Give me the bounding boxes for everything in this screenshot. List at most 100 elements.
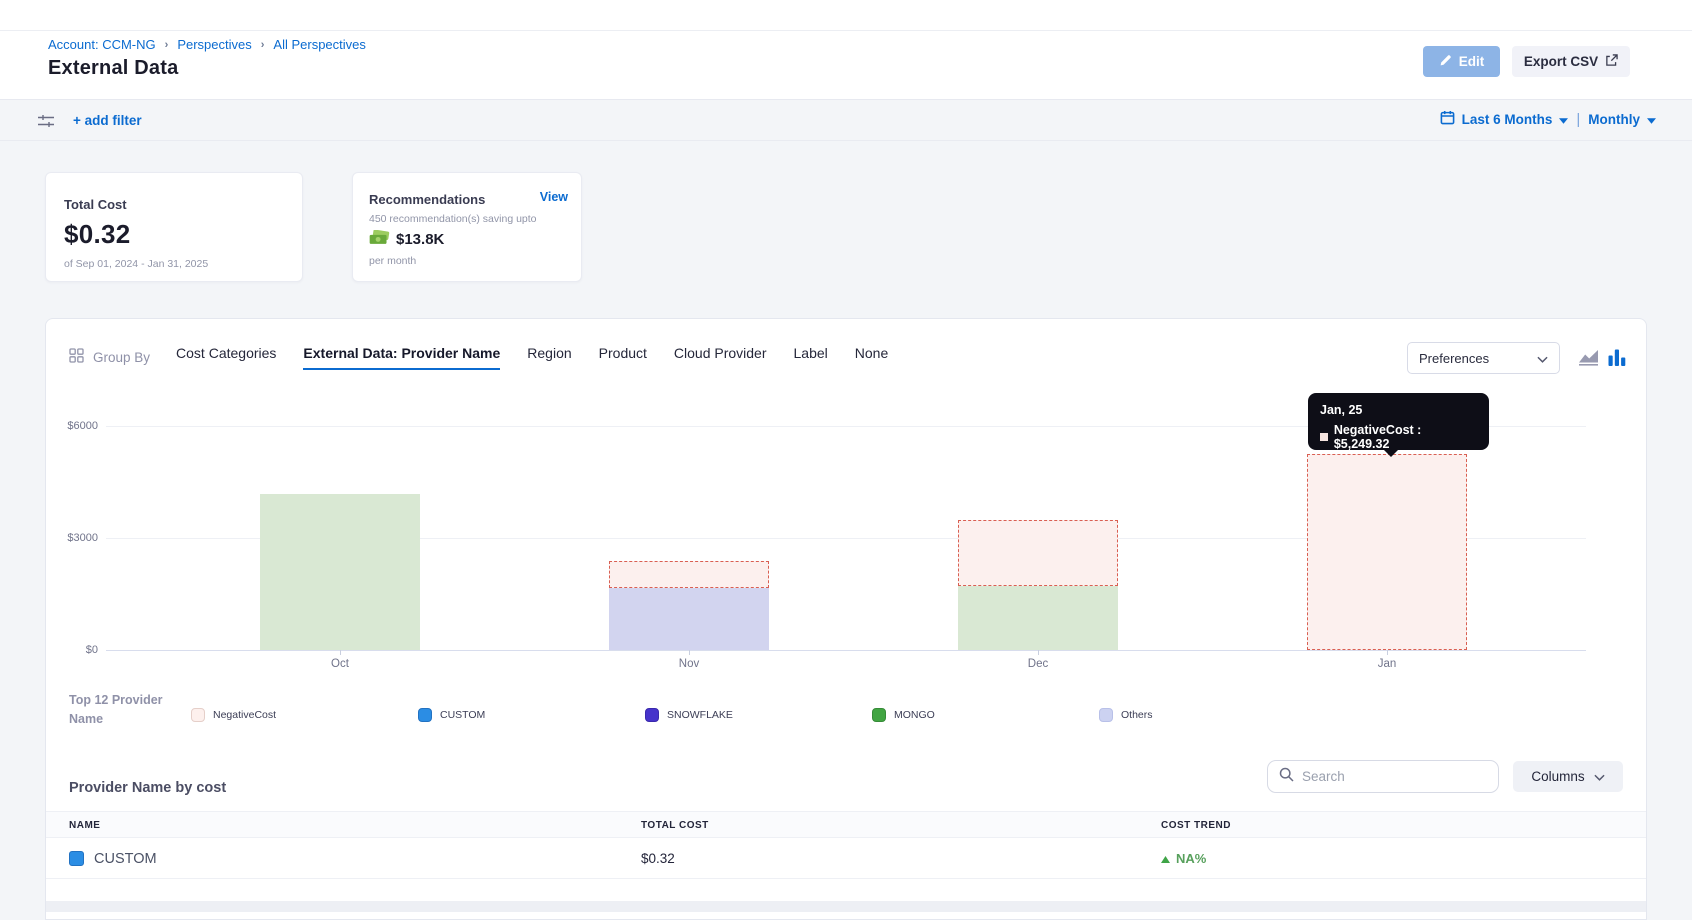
search-icon bbox=[1279, 767, 1294, 787]
area-chart-icon[interactable] bbox=[1578, 349, 1600, 371]
tab-region[interactable]: Region bbox=[527, 345, 571, 370]
money-icon bbox=[369, 230, 390, 249]
breadcrumb-link-account[interactable]: Account: CCM-NG bbox=[48, 37, 156, 52]
row-total-cost: $0.32 bbox=[641, 838, 675, 879]
bar-oct bbox=[260, 494, 420, 650]
tooltip-entry: NegativeCost : $5,249.32 bbox=[1334, 423, 1477, 451]
bar-segment-negativecost[interactable] bbox=[609, 561, 769, 588]
total-cost-period: of Sep 01, 2024 - Jan 31, 2025 bbox=[64, 258, 284, 270]
bar-segment-negativecost[interactable] bbox=[1307, 454, 1467, 650]
granularity-value: Monthly bbox=[1588, 112, 1640, 127]
export-csv-button[interactable]: Export CSV bbox=[1512, 46, 1630, 77]
page-title: External Data bbox=[48, 57, 178, 80]
tab-external-data-provider-name[interactable]: External Data: Provider Name bbox=[303, 345, 500, 370]
x-axis-tick bbox=[1387, 650, 1388, 655]
chart-tooltip: Jan, 25 NegativeCost : $5,249.32 bbox=[1308, 393, 1489, 450]
tab-cloud-provider[interactable]: Cloud Provider bbox=[674, 345, 767, 370]
legend-label: SNOWFLAKE bbox=[667, 709, 733, 721]
group-by-row: Group By Cost Categories External Data: … bbox=[46, 333, 1646, 381]
calendar-icon bbox=[1440, 110, 1455, 128]
legend-item-mongo[interactable]: MONGO bbox=[872, 701, 1099, 730]
edit-button[interactable]: Edit bbox=[1423, 46, 1500, 77]
perspective-panel: Group By Cost Categories External Data: … bbox=[45, 318, 1647, 920]
legend-label: Others bbox=[1121, 709, 1153, 721]
caret-down-icon bbox=[1647, 112, 1656, 127]
total-cost-value: $0.32 bbox=[64, 219, 284, 250]
preferences-dropdown[interactable]: Preferences bbox=[1407, 342, 1560, 374]
y-axis-label: $3000 bbox=[46, 532, 98, 544]
granularity-selector[interactable]: Monthly bbox=[1588, 112, 1656, 127]
recommendations-detail: 450 recommendation(s) saving upto bbox=[369, 213, 567, 225]
legend-label: CUSTOM bbox=[440, 709, 485, 721]
x-axis-tick bbox=[340, 650, 341, 655]
breadcrumb-separator: › bbox=[165, 39, 169, 51]
legend-item-others[interactable]: Others bbox=[1099, 701, 1326, 730]
export-csv-label: Export CSV bbox=[1524, 54, 1598, 69]
add-filter-button[interactable]: + add filter bbox=[73, 113, 142, 128]
total-cost-label: Total Cost bbox=[64, 197, 284, 212]
tooltip-pointer bbox=[1384, 450, 1398, 457]
columns-button[interactable]: Columns bbox=[1513, 761, 1623, 792]
search-input[interactable] bbox=[1302, 769, 1487, 784]
legend-item-custom[interactable]: CUSTOM bbox=[418, 701, 645, 730]
bar-chart-icon[interactable] bbox=[1608, 349, 1626, 371]
legend-label: MONGO bbox=[894, 709, 935, 721]
legend-swatch bbox=[1099, 708, 1113, 722]
total-cost-card: Total Cost $0.32 of Sep 01, 2024 - Jan 3… bbox=[45, 172, 303, 282]
header-divider bbox=[0, 30, 1692, 31]
date-range-selector[interactable]: Last 6 Months bbox=[1440, 110, 1569, 128]
tab-product[interactable]: Product bbox=[599, 345, 647, 370]
group-by: Group By bbox=[69, 348, 150, 366]
legend-label: NegativeCost bbox=[213, 709, 276, 721]
bar-segment-others[interactable] bbox=[609, 588, 769, 650]
x-axis-label: Jan bbox=[1307, 658, 1467, 670]
search-box[interactable] bbox=[1267, 760, 1499, 793]
filter-sliders-icon[interactable] bbox=[37, 114, 55, 133]
breadcrumb-link-perspectives[interactable]: Perspectives bbox=[177, 37, 251, 52]
table-next-row-strip bbox=[46, 901, 1646, 912]
recommendations-frequency: per month bbox=[369, 255, 567, 267]
bar-segment-mongo[interactable] bbox=[958, 586, 1118, 650]
row-name: CUSTOM bbox=[94, 851, 157, 867]
preferences-label: Preferences bbox=[1419, 351, 1489, 366]
tab-cost-categories[interactable]: Cost Categories bbox=[176, 345, 276, 370]
table-row[interactable]: CUSTOM $0.32 NA% bbox=[46, 838, 1646, 879]
y-axis-label: $0 bbox=[46, 644, 98, 656]
view-recommendations-link[interactable]: View bbox=[540, 190, 568, 204]
tab-label[interactable]: Label bbox=[794, 345, 828, 370]
row-swatch bbox=[69, 851, 84, 866]
external-link-icon bbox=[1605, 54, 1618, 70]
filter-bar: + add filter Last 6 Months | Monthly bbox=[0, 101, 1692, 141]
breadcrumb-link-all-perspectives[interactable]: All Perspectives bbox=[273, 37, 365, 52]
edit-button-label: Edit bbox=[1459, 54, 1485, 69]
bar-segment-mongo[interactable] bbox=[260, 494, 420, 650]
legend-item-negativecost[interactable]: NegativeCost bbox=[191, 701, 418, 730]
breadcrumb: Account: CCM-NG › Perspectives › All Per… bbox=[48, 37, 366, 52]
legend-title: Top 12 Provider Name bbox=[69, 691, 181, 730]
legend-items: NegativeCost CUSTOM SNOWFLAKE MONGO Othe… bbox=[191, 691, 1326, 730]
trend-up-icon bbox=[1161, 851, 1170, 866]
table-title: Provider Name by cost bbox=[69, 780, 226, 796]
group-by-icon bbox=[69, 348, 84, 366]
pencil-icon bbox=[1439, 54, 1452, 70]
legend-item-snowflake[interactable]: SNOWFLAKE bbox=[645, 701, 872, 730]
x-axis-tick bbox=[1038, 650, 1039, 655]
bar-segment-negativecost[interactable] bbox=[958, 520, 1118, 586]
time-controls: Last 6 Months | Monthly bbox=[1440, 110, 1656, 128]
tooltip-series-swatch bbox=[1320, 433, 1328, 441]
tab-none[interactable]: None bbox=[855, 345, 888, 370]
group-by-tabs: Cost Categories External Data: Provider … bbox=[176, 345, 888, 370]
recommendations-label: Recommendations bbox=[369, 192, 567, 207]
x-axis-tick bbox=[689, 650, 690, 655]
column-header-name: NAME bbox=[69, 820, 100, 831]
date-range-value: Last 6 Months bbox=[1462, 112, 1553, 127]
bar-nov bbox=[609, 561, 769, 650]
recommendations-amount: $13.8K bbox=[396, 231, 444, 248]
tooltip-title: Jan, 25 bbox=[1320, 403, 1477, 417]
x-axis-label: Dec bbox=[958, 658, 1118, 670]
group-by-label: Group By bbox=[93, 350, 150, 365]
chevron-down-icon bbox=[1594, 769, 1605, 784]
column-header-cost-trend: COST TREND bbox=[1161, 820, 1231, 831]
column-header-total-cost: TOTAL COST bbox=[641, 820, 709, 831]
recommendations-card: Recommendations View 450 recommendation(… bbox=[352, 172, 582, 282]
